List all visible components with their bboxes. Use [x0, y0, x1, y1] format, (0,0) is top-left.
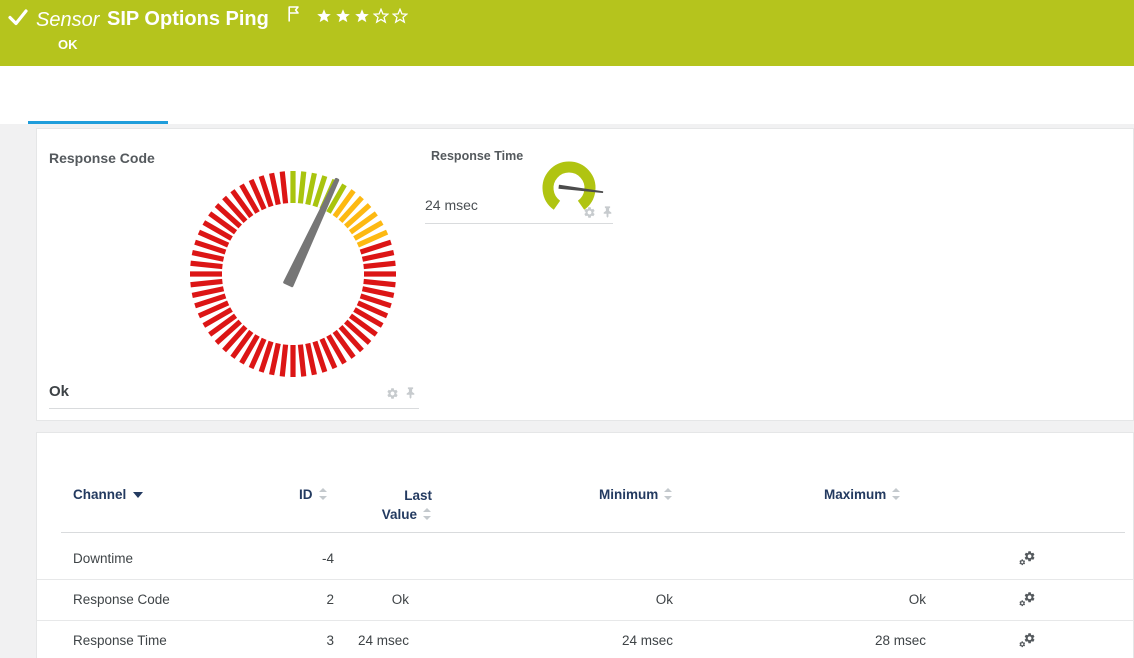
sort-icon: [892, 488, 901, 500]
channel-minimum: 24 msec: [622, 620, 673, 658]
channel-settings-gears-icon[interactable]: [1015, 538, 1039, 579]
pin-icon[interactable]: [602, 205, 613, 224]
gauge-value: Ok: [49, 383, 69, 400]
gauge-value: 24 msec: [425, 197, 478, 213]
star-icon: [354, 8, 370, 24]
priority-stars[interactable]: [316, 8, 408, 24]
table-row[interactable]: Downtime -4: [37, 538, 1134, 580]
channel-table-card: Channel ID Last Value Minimum Maximum Do…: [36, 432, 1134, 658]
channel-settings-gears-icon[interactable]: [1015, 579, 1039, 620]
channel-id: 2: [326, 579, 334, 620]
gauges-card: Response Code Ok Response Time: [36, 128, 1134, 421]
channel-maximum: 28 msec: [875, 620, 926, 658]
channel-name[interactable]: Response Time: [73, 620, 167, 658]
column-header-id[interactable]: ID: [299, 487, 328, 502]
sort-active-icon: [133, 492, 143, 498]
star-icon: [373, 8, 389, 24]
response-code-gauge: [188, 169, 398, 379]
star-icon: [392, 8, 408, 24]
channel-minimum: Ok: [656, 579, 673, 620]
channel-name[interactable]: Downtime: [73, 538, 133, 579]
prtg-sensor-page: Sensor SIP Options Ping OK Overview: [0, 0, 1134, 658]
channel-settings-gears-icon[interactable]: [1015, 620, 1039, 658]
active-tab-underline: [28, 121, 168, 124]
tab-bar: Overview Live Data 2 days 30 days 365 da…: [0, 66, 1134, 124]
panel-divider: [49, 408, 419, 409]
column-header-maximum[interactable]: Maximum: [824, 487, 901, 502]
status-ok-check-icon: [8, 8, 28, 32]
channel-id: 3: [326, 620, 334, 658]
channel-name[interactable]: Response Code: [73, 579, 170, 620]
sort-icon: [664, 488, 673, 500]
table-row[interactable]: Response Time 3 24 msec 24 msec 28 msec: [37, 620, 1134, 658]
table-header-divider: [61, 532, 1125, 533]
sensor-title: SIP Options Ping: [107, 8, 269, 31]
pin-icon[interactable]: [405, 386, 416, 405]
column-header-last-value[interactable]: Last Value: [342, 487, 432, 524]
gauge-settings-gear-icon[interactable]: [583, 206, 596, 224]
object-type-label: Sensor: [36, 9, 99, 32]
channel-maximum: Ok: [909, 579, 926, 620]
panel-title: Response Time: [431, 149, 523, 163]
sensor-header: Sensor SIP Options Ping OK: [0, 0, 1134, 66]
channel-last-value: 24 msec: [358, 620, 409, 658]
gauge-settings-gear-icon[interactable]: [386, 387, 399, 405]
star-icon: [335, 8, 351, 24]
table-row[interactable]: Response Code 2 Ok Ok Ok: [37, 579, 1134, 621]
sort-icon: [319, 488, 328, 500]
sort-icon: [423, 508, 432, 520]
column-header-channel[interactable]: Channel: [73, 487, 143, 502]
column-header-minimum[interactable]: Minimum: [599, 487, 673, 502]
channel-id: -4: [322, 538, 334, 579]
sensor-status-text: OK: [58, 37, 78, 52]
panel-title: Response Code: [49, 150, 155, 166]
flag-icon: [287, 5, 301, 28]
channel-last-value: Ok: [392, 579, 409, 620]
star-icon: [316, 8, 332, 24]
